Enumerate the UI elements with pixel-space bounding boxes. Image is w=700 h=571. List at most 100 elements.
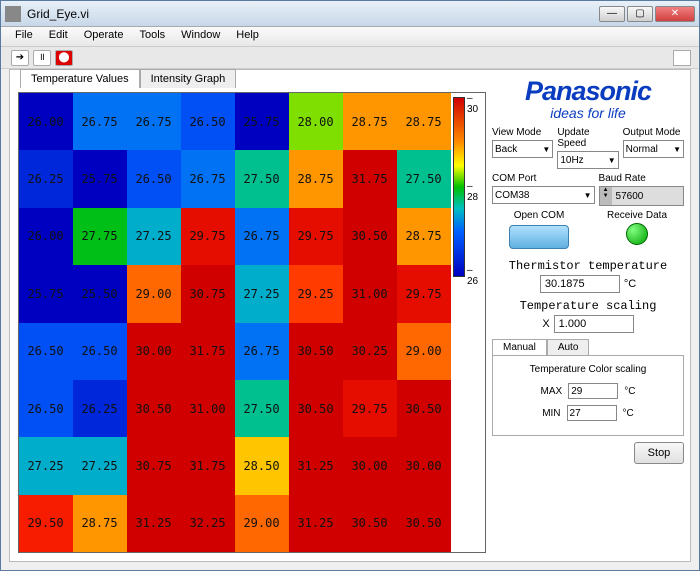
heatmap-cell: 30.00 bbox=[127, 323, 181, 380]
com-port-dropdown[interactable]: COM38▼ bbox=[492, 186, 595, 204]
open-com-label: Open COM bbox=[492, 210, 586, 221]
heatmap-row: 25.7525.5029.0030.7527.2529.2531.0029.75 bbox=[19, 265, 451, 322]
chevron-down-icon: ▼ bbox=[584, 191, 592, 200]
colorbar-gradient bbox=[453, 97, 465, 277]
view-mode-dropdown[interactable]: Back▼ bbox=[492, 140, 553, 158]
colorscale-max-input[interactable] bbox=[568, 383, 618, 399]
heatmap-cell: 31.00 bbox=[343, 265, 397, 322]
heatmap-cell: 31.25 bbox=[289, 495, 343, 552]
heatmap-cell: 30.50 bbox=[289, 323, 343, 380]
heatmap-cell: 26.50 bbox=[19, 380, 73, 437]
heatmap-cell: 26.75 bbox=[73, 93, 127, 150]
heatmap-cell: 29.75 bbox=[289, 208, 343, 265]
heatmap-cell: 30.50 bbox=[397, 495, 451, 552]
menu-file[interactable]: File bbox=[7, 27, 41, 46]
heatmap-cell: 29.75 bbox=[343, 380, 397, 437]
baud-rate-input[interactable]: ▲▼57600 bbox=[599, 186, 684, 206]
run-button[interactable]: ➔ bbox=[11, 50, 29, 66]
heatmap-cell: 30.00 bbox=[343, 437, 397, 494]
heatmap-cell: 26.75 bbox=[181, 150, 235, 207]
tab-temperature-values[interactable]: Temperature Values bbox=[20, 69, 140, 88]
vi-icon[interactable] bbox=[673, 50, 691, 66]
scaling-subtabs: Manual Auto bbox=[492, 339, 684, 356]
heatmap-cell: 26.50 bbox=[73, 323, 127, 380]
spinner-icon[interactable]: ▲▼ bbox=[600, 187, 612, 205]
heatmap-cell: 27.25 bbox=[19, 437, 73, 494]
heatmap-cell: 28.00 bbox=[289, 93, 343, 150]
heatmap-cell: 29.75 bbox=[181, 208, 235, 265]
heatmap-cell: 27.50 bbox=[235, 380, 289, 437]
colorscale-min-input[interactable] bbox=[567, 405, 617, 421]
app-window: Grid_Eye.vi — ▢ ✕ File Edit Operate Tool… bbox=[0, 0, 700, 571]
heatmap-cell: 28.75 bbox=[343, 93, 397, 150]
pause-button[interactable]: ॥ bbox=[33, 50, 51, 66]
open-com-button[interactable] bbox=[509, 225, 569, 249]
baud-rate-label: Baud Rate bbox=[599, 173, 684, 184]
colorscale-max-label: MAX bbox=[541, 386, 563, 397]
subtab-auto[interactable]: Auto bbox=[547, 339, 590, 355]
heatmap-row: 26.0027.7527.2529.7526.7529.7530.5028.75 bbox=[19, 208, 451, 265]
heatmap-row: 26.5026.2530.5031.0027.5030.5029.7530.50 bbox=[19, 380, 451, 437]
menu-operate[interactable]: Operate bbox=[76, 27, 132, 46]
heatmap-cell: 26.75 bbox=[235, 323, 289, 380]
heatmap-row: 26.5026.5030.0031.7526.7530.5030.2529.00 bbox=[19, 323, 451, 380]
heatmap-cell: 26.00 bbox=[19, 93, 73, 150]
heatmap-cell: 25.75 bbox=[235, 93, 289, 150]
heatmap-cell: 25.50 bbox=[73, 265, 127, 322]
subtab-manual[interactable]: Manual bbox=[492, 339, 547, 355]
chevron-down-icon: ▼ bbox=[542, 145, 550, 154]
heatmap-cell: 27.50 bbox=[235, 150, 289, 207]
receive-data-led bbox=[626, 223, 648, 245]
heatmap-cell: 30.50 bbox=[397, 380, 451, 437]
heatmap-cell: 30.50 bbox=[343, 495, 397, 552]
close-button[interactable]: ✕ bbox=[655, 6, 695, 22]
chevron-down-icon: ▼ bbox=[673, 145, 681, 154]
toolbar: ➔ ॥ ⬤ bbox=[1, 47, 699, 69]
tab-intensity-graph[interactable]: Intensity Graph bbox=[140, 69, 237, 88]
output-mode-dropdown[interactable]: Normal▼ bbox=[623, 140, 684, 158]
heatmap-grid[interactable]: 26.0026.7526.7526.5025.7528.0028.7528.75… bbox=[19, 93, 451, 552]
menu-tools[interactable]: Tools bbox=[131, 27, 173, 46]
brand-tagline: ideas for life bbox=[492, 105, 684, 121]
heatmap-cell: 28.50 bbox=[235, 437, 289, 494]
menubar: File Edit Operate Tools Window Help bbox=[1, 27, 699, 47]
heatmap-cell: 27.25 bbox=[73, 437, 127, 494]
app-icon bbox=[5, 6, 21, 22]
heatmap-row: 27.2527.2530.7531.7528.5031.2530.0030.00 bbox=[19, 437, 451, 494]
heatmap-cell: 30.50 bbox=[127, 380, 181, 437]
update-speed-dropdown[interactable]: 10Hz▼ bbox=[557, 151, 618, 169]
heatmap-cell: 27.75 bbox=[73, 208, 127, 265]
heatmap-row: 26.2525.7526.5026.7527.5028.7531.7527.50 bbox=[19, 150, 451, 207]
heatmap-cell: 25.75 bbox=[19, 265, 73, 322]
abort-button[interactable]: ⬤ bbox=[55, 50, 73, 66]
colorbar-tick-mid: –28 bbox=[467, 181, 478, 203]
scaling-x-input[interactable]: 1.000 bbox=[554, 315, 634, 333]
heatmap-cell: 26.50 bbox=[181, 93, 235, 150]
heatmap-cell: 26.25 bbox=[19, 150, 73, 207]
client-area: Temperature Values Intensity Graph 26.00… bbox=[9, 69, 691, 562]
maximize-button[interactable]: ▢ bbox=[627, 6, 653, 22]
heatmap-cell: 25.75 bbox=[73, 150, 127, 207]
titlebar[interactable]: Grid_Eye.vi — ▢ ✕ bbox=[1, 1, 699, 27]
scaling-x-label: X bbox=[542, 318, 549, 330]
thermistor-title: Thermistor temperature bbox=[492, 259, 684, 273]
heatmap-cell: 31.75 bbox=[343, 150, 397, 207]
heatmap-cell: 28.75 bbox=[397, 208, 451, 265]
heatmap-cell: 28.75 bbox=[397, 93, 451, 150]
heatmap-cell: 31.75 bbox=[181, 437, 235, 494]
heatmap-cell: 31.00 bbox=[181, 380, 235, 437]
colorbar-tick-top: –30 bbox=[467, 93, 478, 115]
side-panel: Panasonic ideas for life View Mode Back▼… bbox=[492, 76, 684, 555]
heatmap-panel: 26.0026.7526.7526.5025.7528.0028.7528.75… bbox=[18, 92, 486, 553]
menu-help[interactable]: Help bbox=[228, 27, 267, 46]
stop-button[interactable]: Stop bbox=[634, 442, 684, 464]
menu-window[interactable]: Window bbox=[173, 27, 228, 46]
heatmap-cell: 29.00 bbox=[397, 323, 451, 380]
menu-edit[interactable]: Edit bbox=[41, 27, 76, 46]
heatmap-row: 29.5028.7531.2532.2529.0031.2530.5030.50 bbox=[19, 495, 451, 552]
minimize-button[interactable]: — bbox=[599, 6, 625, 22]
colorscale-panel: Temperature Color scaling MAX °C MIN °C bbox=[492, 356, 684, 436]
heatmap-cell: 26.00 bbox=[19, 208, 73, 265]
heatmap-cell: 26.75 bbox=[235, 208, 289, 265]
heatmap-cell: 31.25 bbox=[127, 495, 181, 552]
